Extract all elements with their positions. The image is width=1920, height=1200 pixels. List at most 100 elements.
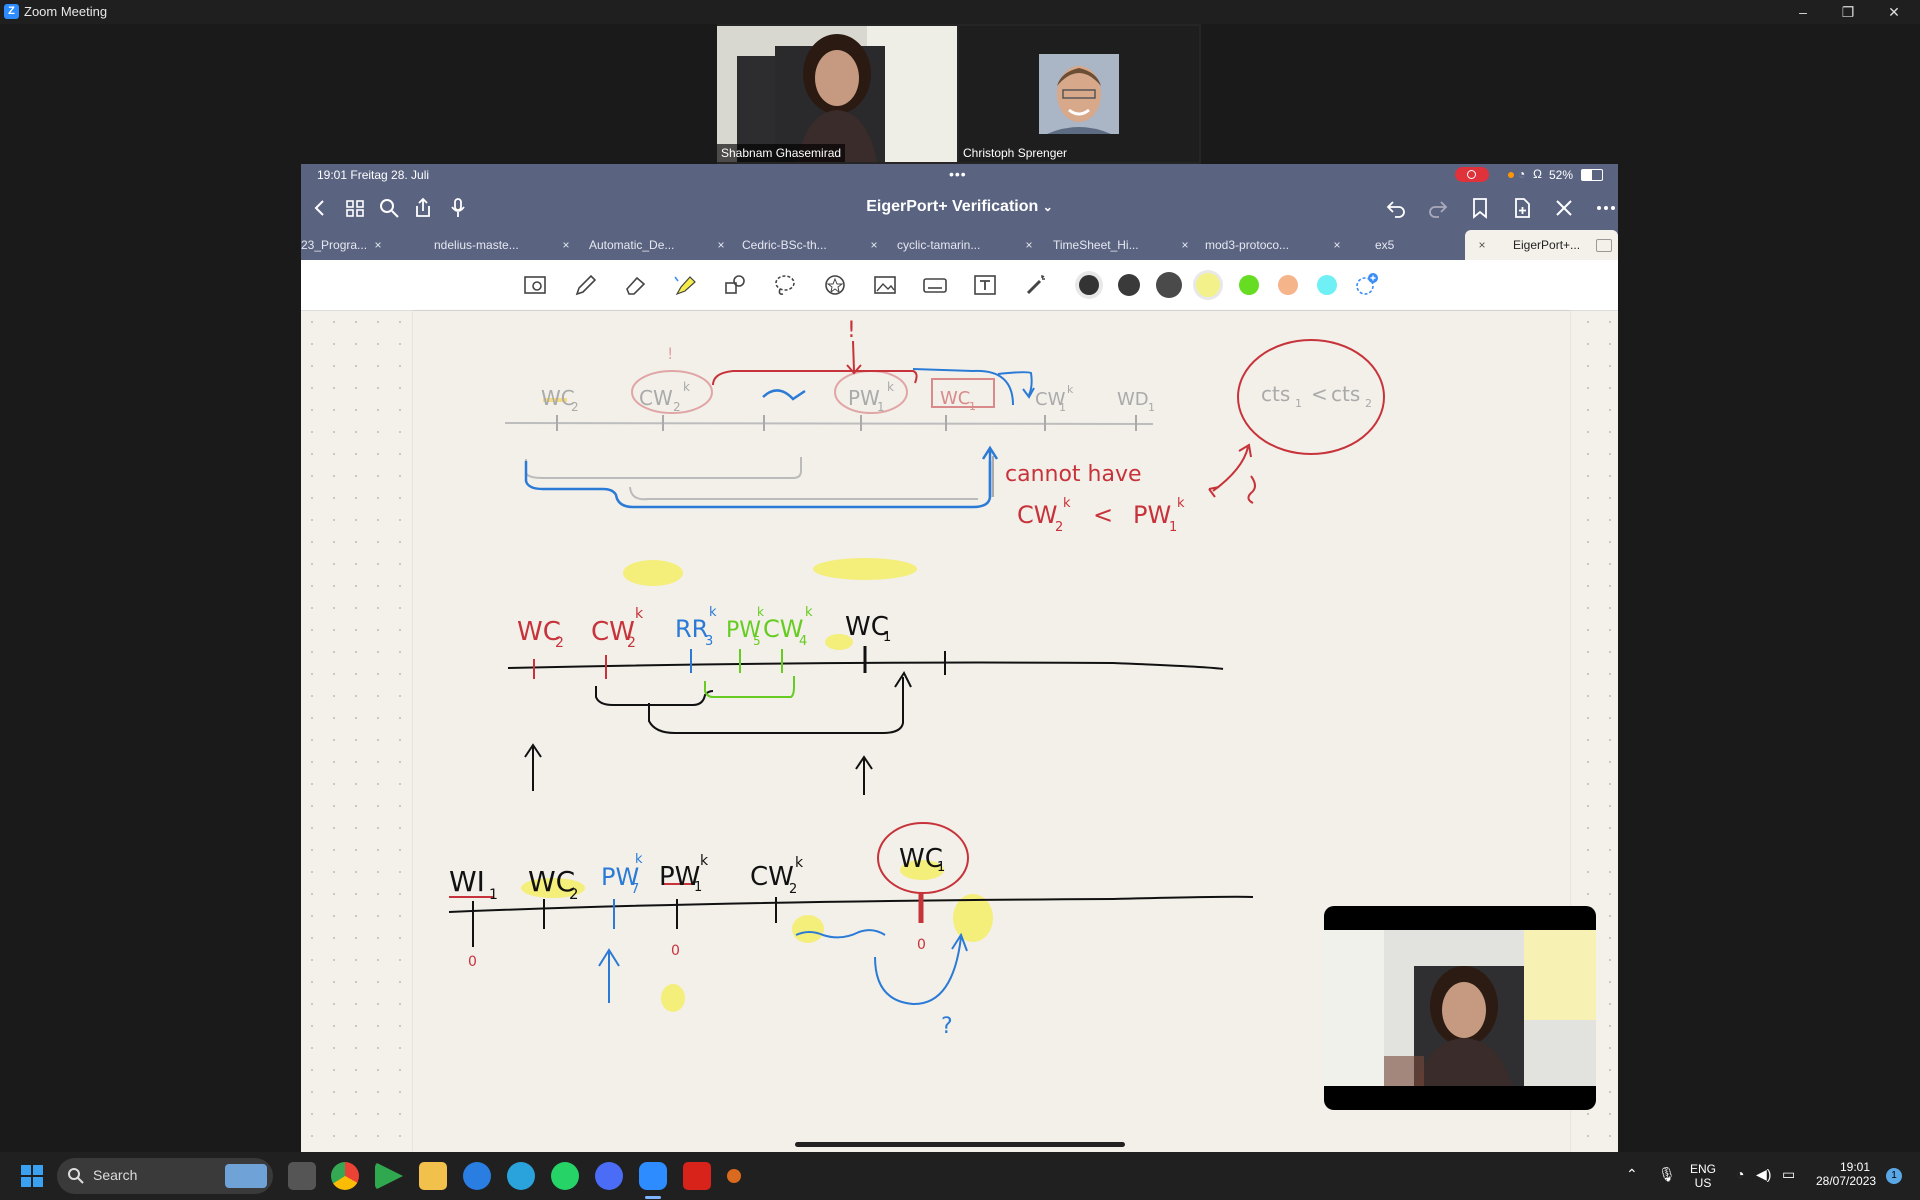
sticker-icon[interactable] <box>822 273 848 297</box>
language-indicator[interactable]: ENG US <box>1690 1162 1716 1190</box>
close-tab-icon[interactable]: × <box>1471 230 1493 260</box>
split-view-icon[interactable] <box>1596 239 1612 252</box>
close-tab-icon[interactable]: × <box>1326 230 1348 260</box>
lasso-icon[interactable] <box>772 273 798 297</box>
zoom-title-bar: Z Zoom Meeting – ❐ ✕ <box>0 0 1920 24</box>
status-time: 19:01 Freitag 28. Juli <box>317 168 430 182</box>
close-tab-icon[interactable]: × <box>710 230 732 260</box>
color-swatch-cyan-icon[interactable] <box>1317 275 1337 295</box>
orange-dot-icon <box>1508 172 1514 178</box>
redo-icon[interactable] <box>1426 196 1450 220</box>
task-view-icon[interactable] <box>288 1162 316 1190</box>
window-title: Zoom Meeting <box>24 4 108 19</box>
document-tab[interactable]: Cedric-BSc-th... × <box>742 230 885 260</box>
text-box-icon[interactable] <box>972 273 998 297</box>
hw-circle-text: cts <box>1261 382 1290 406</box>
document-tab[interactable]: Automatic_De... × <box>589 230 732 260</box>
chrome-icon[interactable] <box>331 1162 359 1190</box>
participant-video-christoph[interactable]: Christoph Sprenger <box>959 26 1199 162</box>
acrobat-icon[interactable] <box>683 1162 711 1190</box>
record-indicator-icon <box>1455 167 1489 182</box>
show-hidden-icons-icon[interactable]: ⌃ <box>1626 1166 1638 1183</box>
add-page-icon[interactable] <box>1510 196 1534 220</box>
color-swatch-green-icon[interactable] <box>1239 275 1259 295</box>
hw-sup: k <box>1177 496 1185 511</box>
minimize-button[interactable]: – <box>1783 2 1823 22</box>
document-tab[interactable]: mod3-protoco... × <box>1205 230 1348 260</box>
color-swatch-gray-icon[interactable] <box>1156 272 1182 298</box>
hw-sub: 1 <box>969 400 976 413</box>
shapes-icon[interactable] <box>722 273 748 297</box>
laser-pointer-icon[interactable] <box>1022 273 1048 297</box>
close-window-button[interactable]: ✕ <box>1874 2 1914 22</box>
color-swatch-black-icon[interactable] <box>1079 275 1099 295</box>
document-tab[interactable]: ndelius-maste... × <box>434 230 577 260</box>
whatsapp-icon[interactable] <box>551 1162 579 1190</box>
eraser-icon[interactable] <box>622 273 648 297</box>
pen-icon[interactable] <box>572 273 598 297</box>
close-tab-icon[interactable]: × <box>1018 230 1040 260</box>
clock[interactable]: 19:01 28/07/2023 <box>1816 1160 1876 1188</box>
highlighter-icon[interactable] <box>672 273 698 297</box>
close-tab-icon[interactable]: × <box>863 230 885 260</box>
document-tab-active[interactable]: × EigerPort+... <box>1465 230 1618 260</box>
restore-button[interactable]: ❐ <box>1828 2 1868 22</box>
zoom-taskbar-icon[interactable] <box>639 1162 667 1190</box>
color-swatch-peach-icon[interactable] <box>1278 275 1298 295</box>
undo-icon[interactable] <box>1384 196 1408 220</box>
file-explorer-icon[interactable] <box>419 1162 447 1190</box>
close-editing-icon[interactable] <box>1552 196 1576 220</box>
hw-zero: 0 <box>671 943 680 959</box>
image-icon[interactable] <box>872 273 898 297</box>
close-tab-icon[interactable]: × <box>555 230 577 260</box>
notification-badge[interactable]: 1 <box>1886 1168 1902 1184</box>
participant-avatar <box>717 26 957 162</box>
document-title[interactable]: EigerPort+ Verification ⌄ <box>301 198 1618 216</box>
document-tab[interactable]: 23_Progra... × <box>301 230 389 260</box>
battery-icon[interactable]: ▭ <box>1782 1166 1795 1183</box>
hw-zero: 0 <box>917 937 926 953</box>
hw-sub: 1 <box>937 860 945 875</box>
hw-label: WI <box>449 865 485 898</box>
more-options-icon[interactable] <box>1594 196 1618 220</box>
hw-sup: k <box>1067 383 1074 396</box>
color-swatch-dark-icon[interactable] <box>1118 274 1140 296</box>
microphone-icon[interactable]: 🎙 <box>1658 1166 1676 1183</box>
color-swatch-yellow-icon[interactable] <box>1196 273 1220 297</box>
add-color-icon[interactable] <box>1353 272 1379 296</box>
hw-sub: 4 <box>799 634 807 649</box>
hw-sub: 2 <box>789 882 797 897</box>
self-view-video[interactable] <box>1324 906 1596 1110</box>
play-app-icon[interactable] <box>375 1162 403 1190</box>
app-circle-icon[interactable] <box>595 1162 623 1190</box>
participant-video-shabnam[interactable]: Shabnam Ghasemirad <box>717 26 957 162</box>
hw-sub: 7 <box>631 882 639 897</box>
hw-sup: k <box>700 853 709 869</box>
hw-note-pw: PW <box>1133 501 1171 529</box>
wifi-icon[interactable]: ◔ <box>1736 1166 1744 1182</box>
telegram-icon[interactable] <box>507 1162 535 1190</box>
hw-note-cw: CW <box>1017 501 1058 529</box>
windows-start-icon[interactable] <box>18 1162 46 1190</box>
document-tab[interactable]: TimeSheet_Hi... × <box>1053 230 1196 260</box>
lasso-zoom-icon[interactable] <box>522 273 548 297</box>
keyboard-icon[interactable] <box>922 273 948 297</box>
hw-sup: k <box>795 855 804 871</box>
more-dots-icon[interactable]: ••• <box>949 166 967 182</box>
taskbar-search[interactable]: Search <box>57 1158 273 1194</box>
close-tab-icon[interactable]: × <box>367 230 389 260</box>
document-tab-bar: 23_Progra... × ndelius-maste... × Automati… <box>301 230 1618 260</box>
tray-app-icon[interactable] <box>727 1169 741 1183</box>
document-tab[interactable]: cyclic-tamarin... × <box>897 230 1040 260</box>
hw-sub: 1 <box>1169 520 1177 535</box>
volume-icon[interactable]: ◀) <box>1756 1166 1771 1183</box>
hw-sub: 3 <box>705 634 713 649</box>
signal-icon[interactable] <box>463 1162 491 1190</box>
hw-exclamation: ! <box>847 318 856 343</box>
close-tab-icon[interactable]: × <box>1174 230 1196 260</box>
hw-sub: 1 <box>877 400 885 414</box>
bookmark-icon[interactable] <box>1468 196 1492 220</box>
battery-icon <box>1581 169 1603 181</box>
search-label: Search <box>93 1167 138 1183</box>
bottom-timeline <box>448 822 1254 1012</box>
